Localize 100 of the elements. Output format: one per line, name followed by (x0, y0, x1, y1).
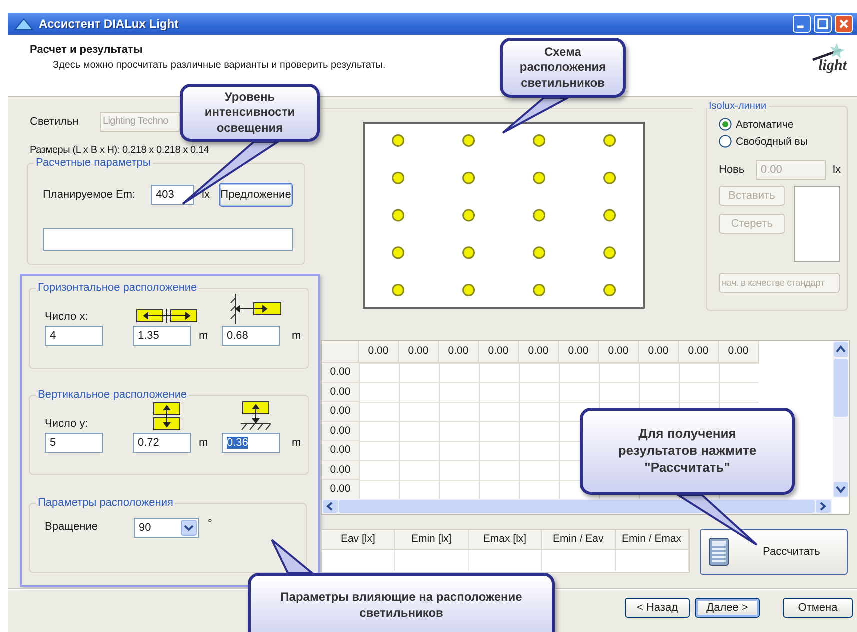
nav-button[interactable]: Далее > (695, 598, 760, 618)
vertical-scrollbar[interactable] (833, 341, 849, 498)
column-header: 0.00 (599, 341, 639, 363)
field-label: Число y: (45, 417, 90, 430)
field-label: Планируемое Em: (43, 189, 137, 201)
nav-button[interactable]: Отмена (783, 598, 853, 618)
column-header: Emin [lx] (395, 530, 469, 550)
luminaire-dot (392, 246, 405, 260)
radio-button[interactable] (719, 118, 732, 131)
luminaire-dot (392, 134, 405, 147)
unit-label: m (292, 330, 302, 342)
luminaire-dot (462, 246, 476, 260)
luminaire-dot (604, 209, 616, 222)
luminaire-dot (462, 172, 476, 184)
option-label: Свободный вы (736, 136, 808, 148)
luminaire-dot (462, 134, 476, 147)
column-header: 0.00 (359, 341, 399, 363)
caret-icon (181, 520, 197, 536)
count-field[interactable]: 4 (45, 326, 103, 346)
window-title: Ассистент DIALux Light (39, 17, 180, 32)
row-header: 0.00 (322, 382, 359, 402)
luminaire-dot (533, 134, 546, 147)
luminaire-dot (462, 209, 476, 222)
column-header: 0.00 (439, 341, 479, 363)
column-header: 0.00 (479, 341, 519, 363)
luminaire-dot (604, 284, 616, 297)
close-button[interactable] (835, 15, 853, 34)
calculate-button[interactable]: Рассчитать (700, 529, 848, 575)
horizontal-scrollbar[interactable] (322, 499, 832, 514)
spacing-field[interactable]: 0.72 (133, 433, 191, 453)
callout-pointer (503, 98, 568, 133)
column-header: Emin / Emax (616, 530, 689, 550)
unit-label: ° (208, 518, 212, 530)
row-header: 0.00 (322, 441, 359, 460)
column-header: Emax [lx] (468, 530, 542, 550)
group-title: Вертикальное расположение (37, 389, 188, 401)
luminaire-dot (533, 246, 546, 260)
dimensions-text: Размеры (L x B x H): 0.218 x 0.218 x 0.14 (30, 145, 210, 156)
callout: Уровень интенсивности освещения (180, 84, 320, 142)
app-icon (14, 17, 34, 32)
field-label: Светильн (30, 116, 80, 128)
calculator-icon (709, 538, 729, 566)
group-title: Isolux-линии (708, 101, 768, 112)
maximize-button[interactable] (814, 15, 832, 34)
nav-button[interactable]: < Назад (625, 598, 690, 618)
luminaire-dot (533, 284, 546, 297)
wall-distance-icon (230, 294, 282, 324)
page-subtitle: Здесь можно просчитать различные варианты и проверить результаты. (53, 60, 386, 72)
radio-button[interactable] (719, 135, 732, 148)
page-title: Расчет и результаты (30, 44, 143, 56)
field-label: Новь (719, 164, 746, 176)
row-header: 0.00 (322, 480, 359, 500)
column-header: 0.00 (519, 341, 559, 363)
distance-field[interactable]: 0.68 (222, 326, 280, 346)
field-label: Вращение (45, 520, 99, 533)
spacing-icon (136, 307, 198, 324)
column-header: 0.00 (719, 341, 759, 363)
column-header: 0.00 (639, 341, 679, 363)
luminaire-dot (392, 209, 405, 222)
row-header: 0.00 (322, 402, 359, 422)
count-field[interactable]: 5 (45, 433, 103, 453)
option-label: Автоматиче (736, 118, 794, 130)
luminaire-dot (533, 172, 546, 184)
luminaire-dot (604, 172, 616, 184)
floor-distance-icon (241, 401, 271, 431)
unit-label: lx (833, 164, 841, 176)
field-label: Число x: (45, 310, 90, 323)
logo-text: light (818, 58, 847, 76)
callout: Схема расположения светильников (500, 38, 626, 98)
distance-field[interactable]: 0.36 (222, 433, 280, 453)
luminaire-dot (604, 246, 616, 260)
callout-pointer (272, 540, 312, 573)
spacing-field[interactable]: 1.35 (133, 326, 191, 346)
spacing-icon (153, 402, 181, 431)
row-header: 0.00 (322, 363, 359, 382)
group-title: Параметры расположения (37, 497, 174, 509)
luminaire-dot (533, 209, 546, 222)
group-title: Горизонтальное расположение (37, 282, 198, 294)
luminaire-dot (392, 284, 405, 297)
unit-label: m (292, 437, 302, 449)
grid-corner (322, 341, 359, 363)
unit-label: m (199, 330, 208, 342)
column-header: 0.00 (559, 341, 599, 363)
callout: Для получения результатов нажмите "Рассчитать" (580, 408, 795, 495)
suggest-button[interactable]: Предложение (219, 183, 293, 207)
column-header: 0.00 (399, 341, 439, 363)
group-title: Расчетные параметры (35, 157, 152, 169)
unit-label: m (199, 437, 208, 449)
row-header: 0.00 (322, 460, 359, 480)
illuminance-field[interactable]: 403 (151, 185, 194, 205)
luminaire-dot (392, 172, 405, 184)
column-header: 0.00 (679, 341, 719, 363)
minimize-button[interactable] (793, 15, 811, 34)
luminaire-dot (462, 284, 476, 297)
callout: Параметры влияющие на расположение светильников (248, 573, 555, 632)
row-header: 0.00 (322, 422, 359, 441)
column-header: Eav [lx] (322, 530, 396, 550)
column-header: Emin / Eav (542, 530, 616, 550)
rotation-dropdown[interactable]: 90 (134, 518, 199, 538)
luminaire-dot (604, 134, 616, 147)
